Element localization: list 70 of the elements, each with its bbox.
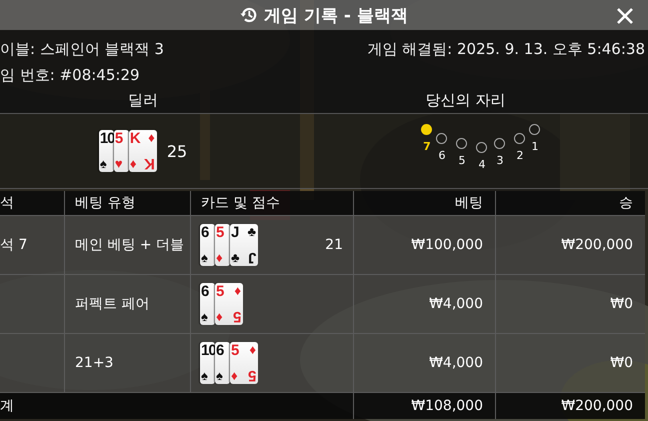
- card-suit: ♦: [231, 369, 238, 383]
- seat-marker[interactable]: [456, 138, 467, 149]
- card-rank: J: [231, 224, 238, 241]
- table-cell-text: 퍼펙트 페어: [75, 295, 150, 314]
- resolved-time: 게임 해결됨: 2025. 9. 13. 오후 5:46:38: [367, 39, 645, 60]
- card-suit: ♦: [148, 131, 155, 145]
- hand-score: 21: [325, 237, 343, 253]
- table-cell: ₩0: [610, 355, 633, 371]
- card-rank: 6: [201, 283, 208, 300]
- seat-marker[interactable]: [436, 133, 447, 144]
- seat-number: 4: [478, 159, 486, 171]
- seat-number: 6: [438, 150, 446, 162]
- seat-number: 5: [458, 155, 466, 167]
- round-id: 임 번호: #08:45:29: [0, 65, 141, 86]
- seat-number: 2: [516, 150, 524, 162]
- card-suit: ♦: [249, 343, 256, 357]
- table-cell-text: 21+3: [75, 354, 114, 373]
- card-rank: 5: [216, 283, 224, 300]
- seat-marker[interactable]: [494, 138, 505, 149]
- table-name: 이블: 스페인어 블랙잭 3: [0, 39, 165, 60]
- seat-number: 3: [496, 155, 504, 167]
- card-suit: ♦: [216, 251, 223, 265]
- seat-marker[interactable]: [514, 133, 525, 144]
- column-header: 승: [619, 194, 633, 212]
- total-label: 계: [0, 397, 14, 415]
- table-cell: ₩0: [610, 296, 633, 312]
- seat-marker[interactable]: [529, 124, 540, 135]
- card-suit: ♣: [247, 225, 256, 239]
- table-cell-text: 메인 베팅 + 더블: [75, 236, 184, 255]
- column-header: 베팅: [455, 194, 483, 212]
- history-icon: [240, 6, 258, 24]
- seat-marker[interactable]: [476, 142, 487, 153]
- table-cell: 석 7: [0, 236, 28, 254]
- table-cell: ₩4,000: [429, 296, 483, 312]
- card-suit: ♦: [216, 310, 223, 324]
- card-rank: 6: [216, 342, 224, 359]
- card-suit: ♠: [216, 369, 223, 383]
- table-cell: ₩4,000: [429, 355, 483, 371]
- card-suit: ♦: [130, 157, 136, 171]
- card-rank: 5: [232, 308, 241, 325]
- card-suit: ♠: [100, 157, 107, 171]
- dealer-heading: 딜러: [127, 91, 159, 110]
- column-header: 베팅 유형: [75, 194, 136, 212]
- card-suit: ♠: [201, 369, 208, 383]
- column-header: 카드 및 점수: [201, 194, 280, 212]
- card-rank: K: [144, 155, 155, 172]
- card-rank: 10: [201, 342, 215, 359]
- card-rank: 10: [100, 130, 114, 147]
- card-suit: ♠: [201, 310, 208, 324]
- seat-heading: 당신의 자리: [424, 91, 506, 110]
- total-win: ₩200,000: [561, 398, 633, 414]
- card-rank: K: [130, 130, 140, 147]
- card-rank: 5: [231, 342, 238, 359]
- card-rank: 6: [201, 224, 208, 241]
- column-header: 석: [0, 194, 14, 212]
- card-suit: ♣: [231, 251, 240, 265]
- card-rank: 5: [216, 224, 224, 241]
- card-suit: ♦: [234, 284, 241, 298]
- dealer-score: 25: [166, 142, 188, 160]
- table-cell: ₩200,000: [561, 237, 633, 253]
- card-rank: 5: [248, 367, 256, 384]
- table-cell: ₩100,000: [411, 237, 483, 253]
- card-suit: ♠: [201, 251, 208, 265]
- card-rank: J: [248, 249, 256, 266]
- seat-number: 1: [532, 141, 538, 153]
- window-title: 게임 기록 - 블랙잭: [264, 4, 408, 26]
- total-bet: ₩108,000: [411, 398, 483, 414]
- card-suit: ♥: [114, 157, 123, 171]
- card-rank: 5: [114, 130, 122, 147]
- seat-number: 7: [423, 141, 431, 153]
